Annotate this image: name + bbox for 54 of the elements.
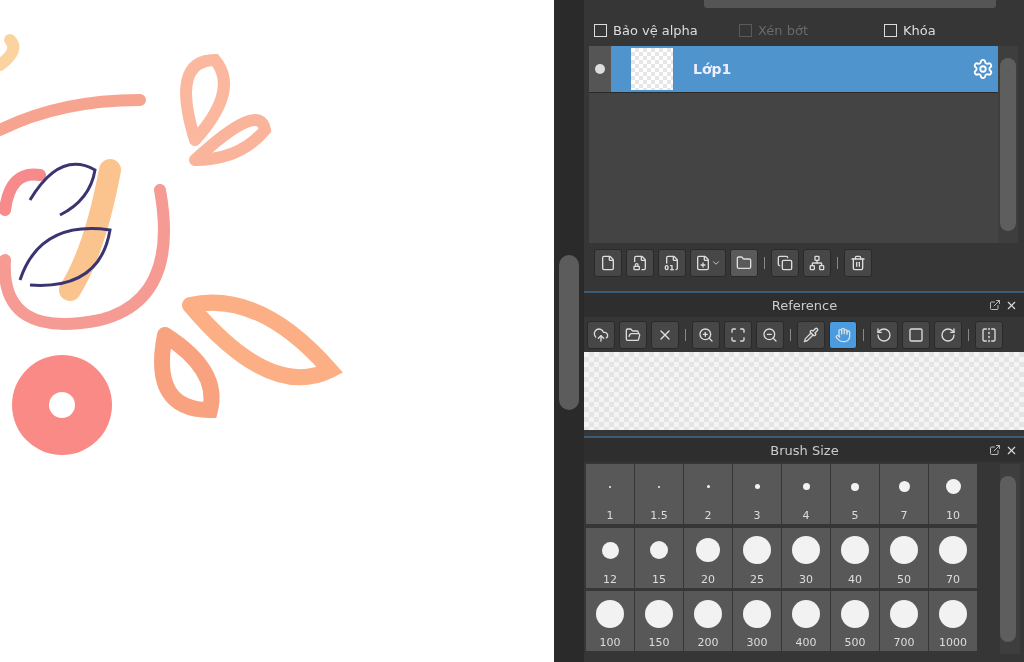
brush-size-cell[interactable]: 200 xyxy=(684,591,732,652)
size-label: 200 xyxy=(697,636,719,650)
size-label: 7 xyxy=(900,509,908,522)
brush-size-cell[interactable]: 1.5 xyxy=(635,464,683,524)
size-label: 15 xyxy=(652,572,666,586)
size-label: 700 xyxy=(893,636,915,650)
layer-row[interactable]: Lớp1 xyxy=(589,46,998,93)
brush-size-cell[interactable]: 500 xyxy=(831,591,879,652)
brush-size-cell[interactable]: 10 xyxy=(929,464,977,524)
size-label: 3 xyxy=(753,509,761,522)
brush-size-cell[interactable]: 150 xyxy=(635,591,683,652)
size-label: 50 xyxy=(897,572,911,586)
brush-size-cell[interactable]: 50 xyxy=(880,527,928,588)
size-label: 10 xyxy=(946,509,960,522)
brush-size-cell[interactable]: 1000 xyxy=(929,591,977,652)
size-label: 1 xyxy=(606,509,614,522)
size-label: 5 xyxy=(851,509,859,522)
brush-size-cell[interactable]: 5 xyxy=(831,464,879,524)
panel-title: Brush Size xyxy=(769,442,840,458)
size-label: 12 xyxy=(603,572,617,586)
size-label: 20 xyxy=(701,572,715,586)
brush-size-cell[interactable]: 70 xyxy=(929,527,977,588)
brush-size-cell[interactable]: 25 xyxy=(733,527,781,588)
brush-size-cell[interactable]: 7 xyxy=(880,464,928,524)
brush-size-cell[interactable]: 700 xyxy=(880,591,928,652)
panel-title: Reference xyxy=(770,297,839,313)
size-label: 2 xyxy=(704,509,712,522)
brush-size-cell[interactable]: 2 xyxy=(684,464,732,524)
brush-size-cell[interactable]: 20 xyxy=(684,527,732,588)
size-label: 4 xyxy=(802,509,810,522)
brush-size-cell[interactable]: 400 xyxy=(782,591,830,652)
size-label: 70 xyxy=(946,572,960,586)
brush-size-cell[interactable]: 4 xyxy=(782,464,830,524)
size-label: 300 xyxy=(746,636,768,650)
layer-name: Lớp1 xyxy=(693,61,733,77)
size-label: 30 xyxy=(799,572,813,586)
size-label: 40 xyxy=(848,572,862,586)
option-checkbox[interactable]: Bảo vệ alpha xyxy=(594,22,739,38)
brush-size-cell[interactable]: 300 xyxy=(733,591,781,652)
size-label: 1.5 xyxy=(650,509,668,522)
size-label: 100 xyxy=(599,636,621,650)
size-label: 500 xyxy=(844,636,866,650)
brush-size-cell[interactable]: 100 xyxy=(586,591,634,652)
brush-size-cell[interactable]: 12 xyxy=(586,527,634,588)
size-label: 25 xyxy=(750,572,764,586)
brush-size-cell[interactable]: 3 xyxy=(733,464,781,524)
size-label: 150 xyxy=(648,636,670,650)
brush-size-cell[interactable]: 30 xyxy=(782,527,830,588)
brush-size-cell[interactable]: 1 xyxy=(586,464,634,524)
size-label: 1000 xyxy=(939,636,967,650)
option-checkbox[interactable]: Khóa xyxy=(884,22,1014,38)
size-label: 400 xyxy=(795,636,817,650)
brush-size-cell[interactable]: 40 xyxy=(831,527,879,588)
brush-size-cell[interactable]: 15 xyxy=(635,527,683,588)
